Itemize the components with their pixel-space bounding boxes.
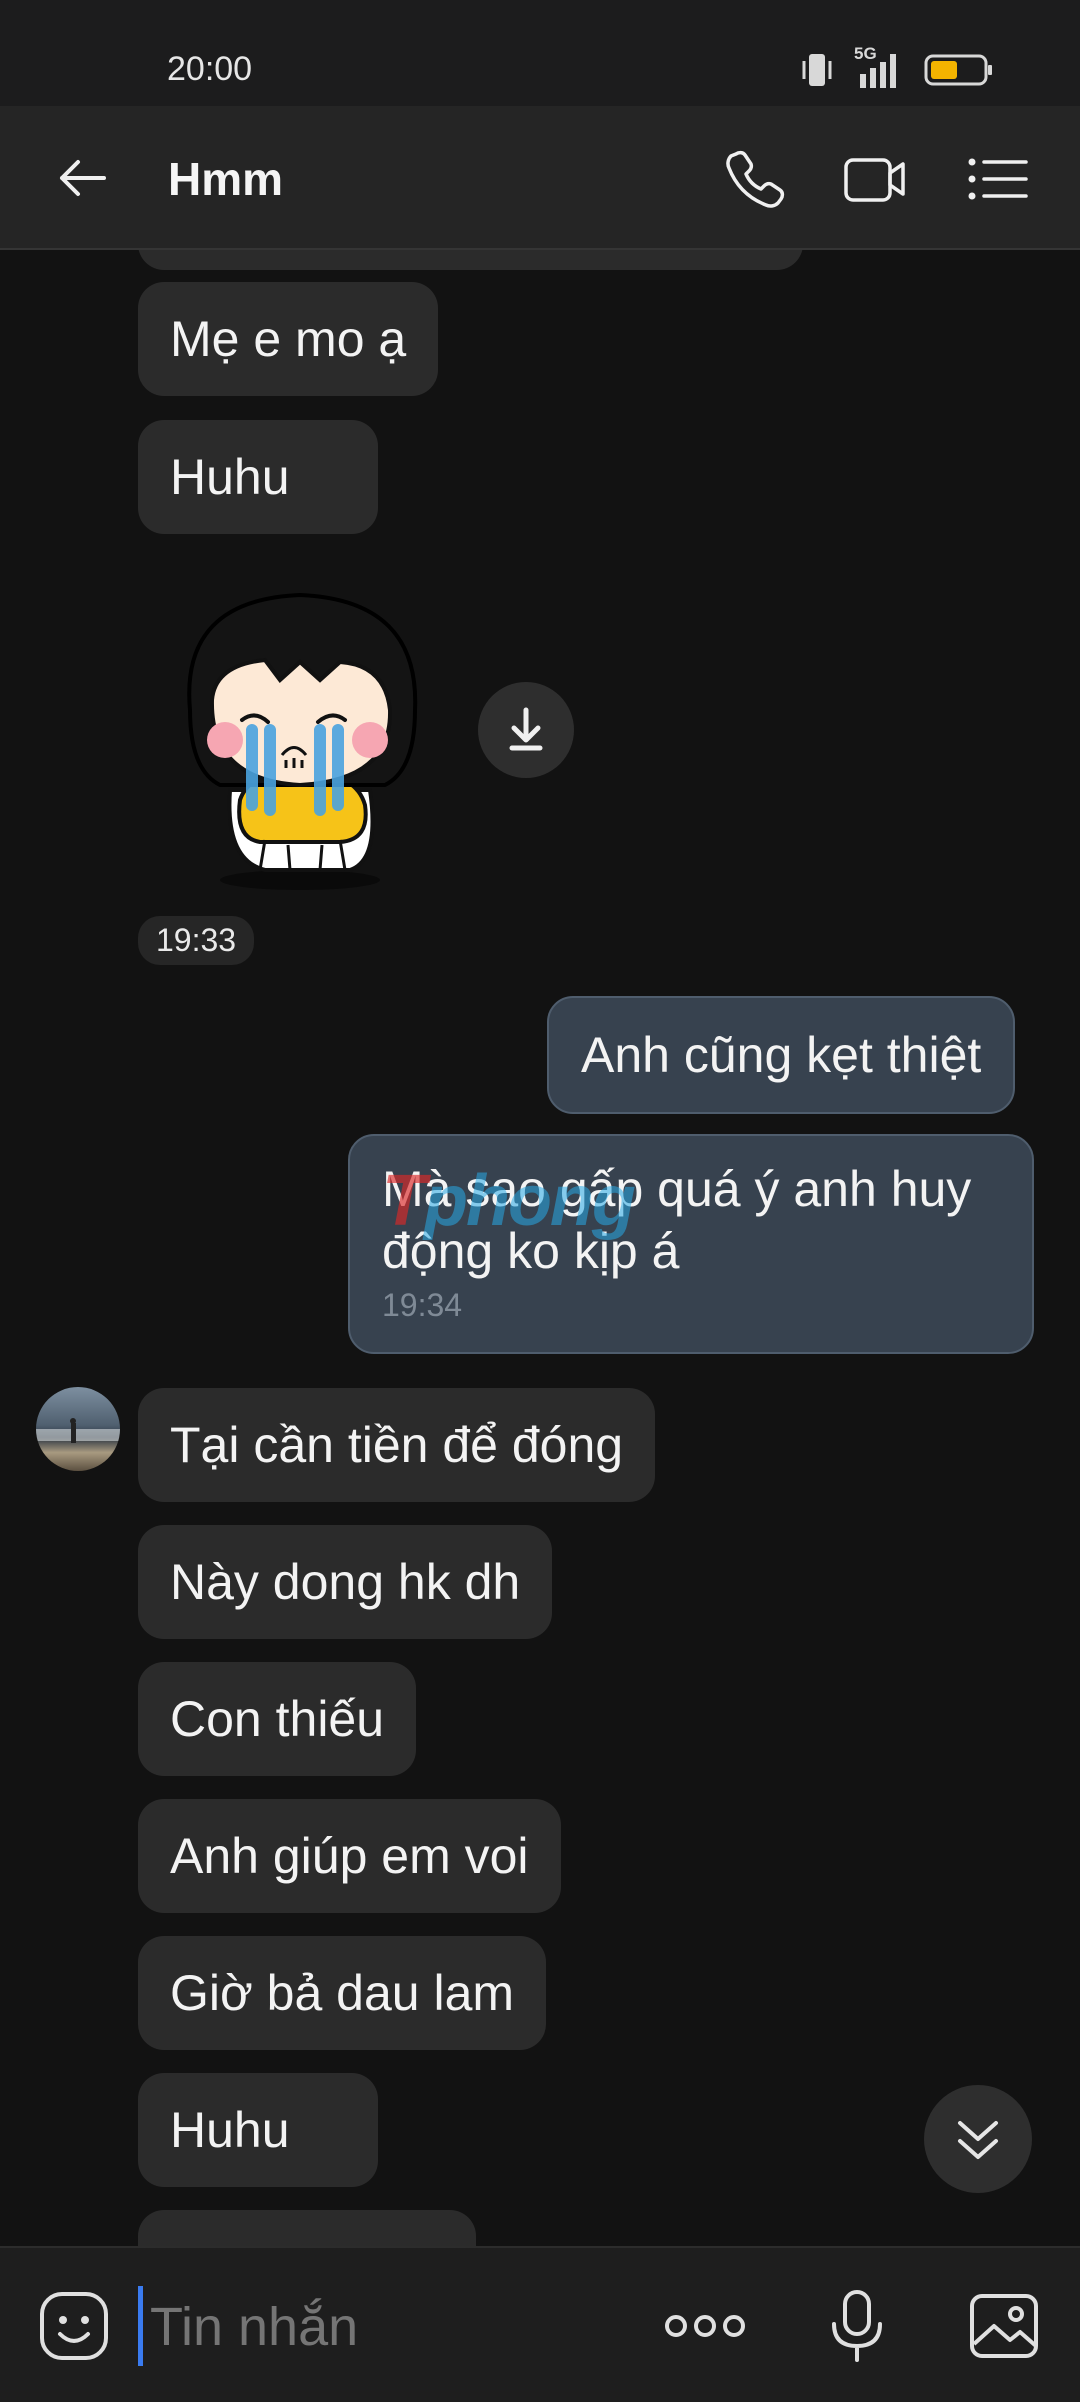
message-list[interactable]: Mẹ e mo ạ Huhu 19:33 Anh cũng kẹt thiệt … [0,250,1080,2246]
double-chevron-down-icon [958,2121,998,2159]
more-options-icon[interactable] [662,2306,748,2346]
incoming-message[interactable]: Giờ bả dau lam [138,1936,547,2050]
status-icons: 5G [800,44,994,90]
status-time: 20:00 [167,50,253,88]
outgoing-message[interactable]: Mà sao gấp quá ý anh huy động ko kịp á 1… [348,1134,1034,1354]
signal-5g-icon: 5G [854,44,904,90]
chat-title[interactable]: Hmm [168,152,283,206]
battery-icon [924,54,992,86]
beach-figure-icon [36,1418,120,1443]
image-gallery-icon[interactable] [966,2288,1042,2364]
message-bubble-partial [138,250,803,270]
back-arrow-icon[interactable] [52,148,112,208]
download-button[interactable] [478,682,574,778]
message-text-line: động ko kịp á [382,1223,680,1279]
menu-list-icon[interactable] [964,146,1030,212]
incoming-message[interactable]: Mẹ e mo ạ [138,282,439,396]
emoji-sticker-icon[interactable] [36,2288,112,2364]
video-call-icon[interactable] [842,146,908,212]
message-text-line: Mà sao gấp quá ý anh huy [382,1161,972,1217]
incoming-message[interactable]: Này dong hk dh [138,1525,553,1639]
text-cursor [138,2286,143,2366]
vibrate-icon [802,54,832,86]
message-bubble-partial [138,2210,476,2246]
microphone-icon[interactable] [822,2288,892,2364]
incoming-message[interactable]: Con thiếu [138,1662,417,1776]
incoming-message[interactable]: Huhu [138,2073,378,2187]
incoming-message[interactable]: Huhu [138,420,378,534]
composer-bar [0,2246,1080,2402]
message-timestamp: 19:33 [138,916,255,965]
sender-avatar[interactable] [36,1387,120,1471]
outgoing-message[interactable]: Anh cũng kẹt thiệt [547,996,1016,1114]
scroll-to-bottom-button[interactable] [924,2085,1032,2193]
phone-icon[interactable] [722,146,788,212]
message-timestamp: 19:34 [382,1287,463,1323]
message-input[interactable] [148,2288,632,2366]
chat-header: Hmm [0,106,1080,250]
status-bar: 20:00 5G [0,0,1080,106]
incoming-message[interactable]: Anh giúp em voi [138,1799,561,1913]
crying-girl-sticker[interactable] [170,570,440,890]
download-icon [509,707,543,751]
incoming-message[interactable]: Tại cần tiền để đóng [138,1388,656,1502]
